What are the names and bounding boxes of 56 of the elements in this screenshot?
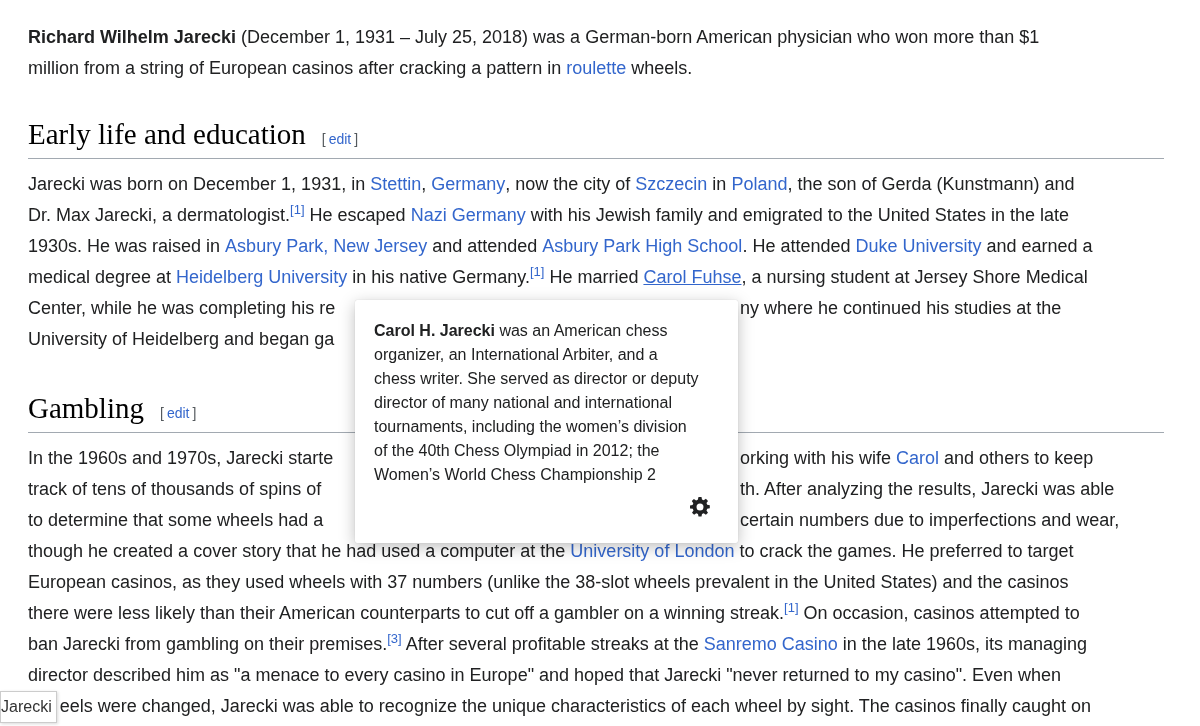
link[interactable]: Duke University (855, 236, 982, 256)
body-text: ny where he continued his studies at the (740, 297, 1062, 320)
citation-link[interactable]: [3] (387, 631, 402, 646)
body-text: 1930s. He was raised in Asbury Park, New Jersey and attended Asbury Park High School. He attended Duke University and earned a (28, 235, 1094, 258)
body-text: million from a string of European casinos after cracking a pattern in roulette wheels. (28, 57, 694, 80)
body-text: Center, while he was completing his re (28, 297, 336, 320)
section-heading: Gambling (28, 391, 144, 426)
body-text: orking with his wife Carol and others to keep (740, 447, 1094, 470)
bracket: [ (321, 131, 326, 147)
bracket: ] (354, 131, 359, 147)
link[interactable]: Poland (731, 174, 788, 194)
body-text: European casinos, as they used wheels with 37 numbers (unlike the 38-slot wheels prevalent in the United States) and the casinos (28, 571, 1070, 594)
body-text: medical degree at Heidelberg University in his native Germany.$^{[1]}$ He married Carol Fuhse, a nursing student at Jersey Shore Medical (28, 263, 1089, 289)
link[interactable]: roulette (566, 58, 627, 78)
link[interactable]: Germany (431, 174, 506, 194)
bracket: ] (192, 405, 197, 421)
body-text: Jarecki was born on December 1, 1931, in Stettin, Germany, now the city of Szczecin in Poland, the son of Gerda (Kunstmann) and (28, 173, 1076, 196)
popup-text: chess writer. She served as director or deputy (374, 369, 700, 389)
body-text: University of Heidelberg and began ga (28, 328, 335, 351)
link[interactable]: Carol (896, 448, 940, 468)
link[interactable]: Sanremo Casino (703, 634, 838, 654)
body-text: ban Jarecki from gambling on their premises.$^{[3]}$ After several profitable streaks at the Sanremo Casino in the late 1960s, its managing (28, 630, 1089, 656)
link[interactable]: Asbury Park High School (542, 236, 743, 256)
body-text: Dr. Max Jarecki, a dermatologist.$^{[1]}$ He escaped Nazi Germany with his Jewish family and emigrated to the United States in the late (28, 201, 1070, 227)
settings-icon[interactable] (690, 497, 710, 517)
link[interactable]: University of London (570, 541, 735, 561)
body-text: director described him as "a menace to every casino in Europe" and hoped that Jarecki "never returned to my casino". Even when (28, 664, 1063, 687)
link[interactable]: Carol Fuhse (643, 267, 742, 287)
popup-text: tournaments, including the women’s division (374, 417, 688, 437)
link-tooltip: Jarecki (0, 690, 57, 723)
popup-text: director of many national and international (374, 393, 673, 413)
citation-link[interactable]: [1] (529, 264, 545, 279)
section-heading: Early life and education (28, 117, 306, 152)
body-text: th. After analyzing the results, Jarecki was able (740, 478, 1115, 501)
link[interactable]: Szczecin (635, 174, 708, 194)
edit-link[interactable]: edit (163, 405, 193, 421)
popup-text: Carol H. Jarecki was an American chess (374, 321, 669, 341)
link[interactable]: Heidelberg University (176, 267, 348, 287)
body-text: to determine that some wheels had a (28, 509, 324, 532)
body-text: eels were changed, Jarecki was able to recognize the unique characteristics of each wheel by sight. The casinos finally caught on (59, 695, 1091, 718)
body-text: Richard Wilhelm Jarecki (December 1, 1931 – July 25, 2018) was a German-born American physician who won more than $1 (28, 26, 1041, 49)
body-text: though he created a cover story that he had used a computer at the University of London to crack the games. He preferred to target (28, 540, 1075, 563)
citation-link[interactable]: [1] (784, 600, 799, 615)
popup-text: organizer, an International Arbiter, and a (374, 345, 659, 365)
popup-text: of the 40th Chess Olympiad in 2012; the (374, 441, 661, 461)
link[interactable]: Asbury Park, New Jersey (225, 236, 428, 256)
citation-link[interactable]: [1] (290, 202, 305, 217)
link[interactable]: Stettin (370, 174, 422, 194)
body-text: track of tens of thousands of spins of (28, 478, 322, 501)
body-text: In the 1960s and 1970s, Jarecki starte (28, 447, 334, 470)
edit-link[interactable]: edit (325, 131, 355, 147)
link[interactable]: Nazi Germany (410, 205, 526, 225)
popup-text: Women’s World Chess Championship 2 (374, 465, 657, 485)
bracket: [ (160, 405, 164, 421)
body-text: certain numbers due to imperfections and wear, (740, 509, 1120, 532)
body-text: there were less likely than their American counterparts to cut off a gambler on a winning streak.$^{[1]}$ On occasion, casinos attempted to (28, 599, 1081, 625)
